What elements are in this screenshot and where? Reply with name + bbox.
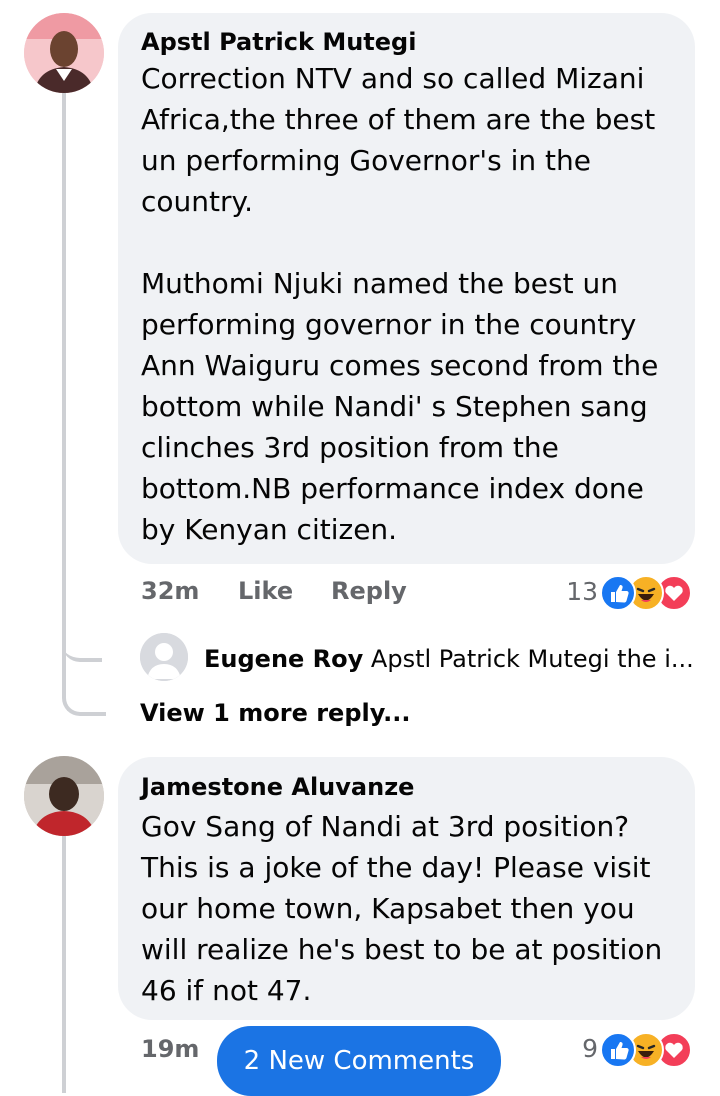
reply-button[interactable]: Reply [331, 577, 407, 605]
new-comments-button[interactable]: 2 New Comments [217, 1026, 501, 1096]
avatar[interactable] [24, 13, 104, 93]
comment-timestamp[interactable]: 19m [141, 1035, 199, 1063]
comment-bubble[interactable]: Apstl Patrick Mutegi Correction NTV and … [118, 13, 695, 564]
reaction-summary[interactable]: 13 [540, 575, 698, 611]
comment-bubble[interactable]: Jamestone Aluvanze Gov Sang of Nandi at … [118, 757, 695, 1020]
reply-preview[interactable]: Eugene Roy Apstl Patrick Mutegi the i... [204, 644, 694, 674]
comment-author[interactable]: Apstl Patrick Mutegi [141, 27, 416, 57]
thread-line [62, 92, 66, 658]
reaction-summary[interactable]: 9 [540, 1032, 698, 1068]
more-replies-connector [62, 640, 106, 716]
thread-line [62, 835, 66, 1093]
comment-author[interactable]: Jamestone Aluvanze [141, 772, 414, 802]
like-icon [600, 1032, 636, 1068]
like-button[interactable]: Like [238, 577, 293, 605]
reaction-count: 9 [582, 1034, 598, 1063]
avatar[interactable] [24, 756, 104, 836]
comment-text: Correction NTV and so called Mizani Afri… [141, 62, 659, 546]
like-icon [600, 575, 636, 611]
reply-avatar[interactable] [140, 633, 188, 681]
view-more-replies-link[interactable]: View 1 more reply... [140, 699, 411, 727]
comment-text: Gov Sang of Nandi at 3rd position? This … [141, 810, 663, 1007]
comment-timestamp[interactable]: 32m [141, 577, 199, 605]
reply-author[interactable]: Eugene Roy [204, 645, 363, 673]
reaction-count: 13 [566, 577, 598, 606]
reply-text: Apstl Patrick Mutegi the i... [370, 645, 694, 673]
